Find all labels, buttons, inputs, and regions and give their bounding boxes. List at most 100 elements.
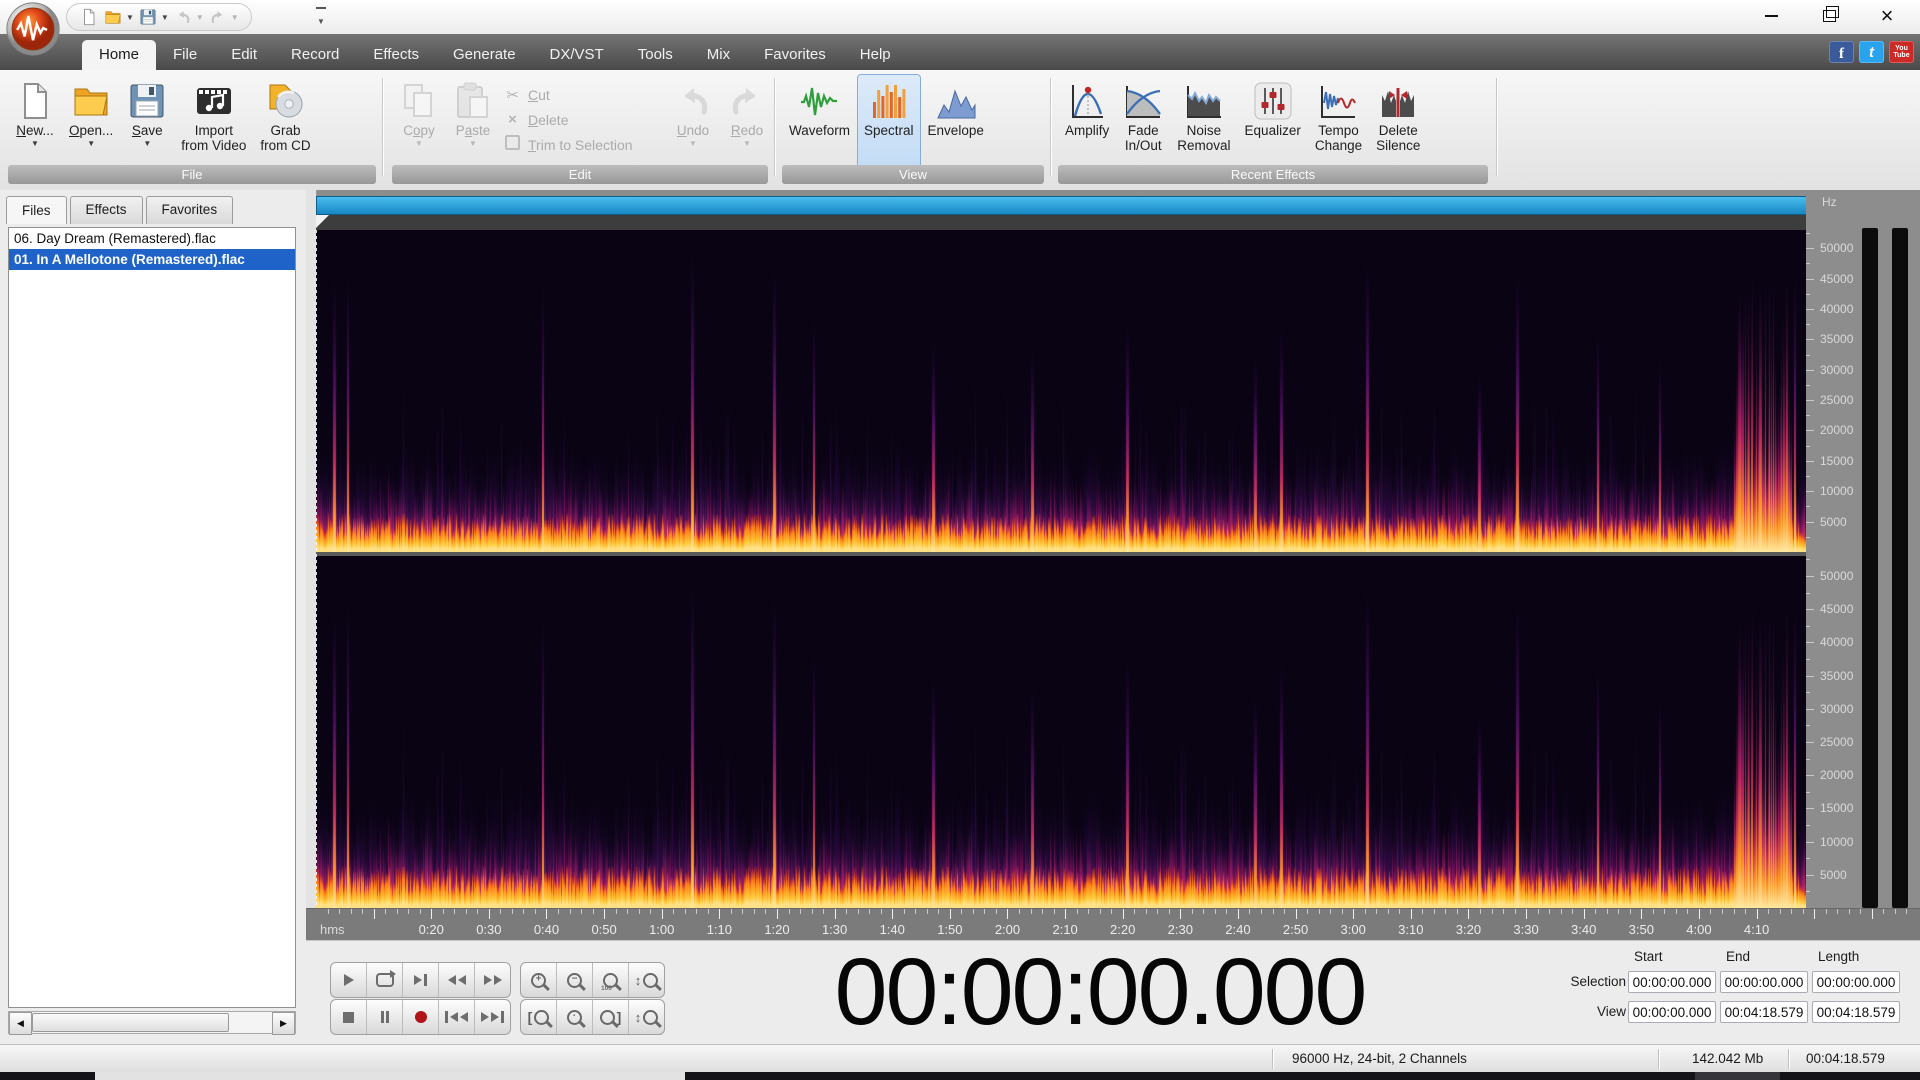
pause-button[interactable] [367,1000,403,1034]
panel-tab-effects[interactable]: Effects [69,196,143,224]
scroll-left-arrow[interactable]: ◀ [9,1012,32,1035]
ribbon-button-save[interactable]: Save ▼ [120,74,174,168]
ribbon-button-equalizer[interactable]: Equalizer [1238,74,1308,168]
zoom-out-button[interactable]: − [557,963,593,997]
menu-tab-edit[interactable]: Edit [214,40,274,70]
menu-tab-favorites[interactable]: Favorites [747,40,843,70]
play-button[interactable] [331,963,367,997]
ruler-tick [661,909,663,919]
zoom-selection-end-button[interactable]: ] [593,1000,629,1034]
ribbon-button-redo: Redo ▼ [720,74,774,168]
ribbon-button-delete-silence[interactable]: Delete Silence [1369,74,1427,168]
ribbon-button-tempo-change[interactable]: Tempo Change [1308,74,1369,168]
selection-column-header: Length [1818,949,1860,964]
ribbon-button-fade-in-out[interactable]: Fade In/Out [1116,74,1170,168]
time-ruler[interactable]: hms 0:20 0:30 0:40 0:50 1:00 1:10 1:20 1:30 1:40… [306,908,1920,941]
frequency-tick-label: 45000 [1820,602,1854,617]
go-to-end-button[interactable] [475,1000,510,1034]
menu-tab-home[interactable]: Home [82,40,157,70]
menu-tab-generate[interactable]: Generate [436,40,533,70]
view-start-field[interactable] [1628,1001,1716,1023]
ribbon-button-new[interactable]: New... ▼ [8,74,62,168]
frequency-tick-label: 50000 [1820,241,1854,256]
zoom-in-button[interactable]: + [521,963,557,997]
menu-tab-record[interactable]: Record [274,40,356,70]
minimize-button[interactable] [1742,0,1800,32]
scroll-right-arrow[interactable]: ▶ [272,1012,295,1035]
loop-button[interactable] [367,963,403,997]
close-button[interactable]: × [1858,0,1916,32]
zoom-vertical-in-button[interactable]: ↕ [629,963,664,997]
panel-tab-favorites[interactable]: Favorites [145,196,234,224]
frequency-tick [1806,400,1814,402]
qat-open-button-dropdown[interactable]: ▼ [126,13,134,22]
selection-start-field[interactable] [1628,971,1716,993]
frequency-tick [1806,491,1814,493]
ruler-tick [327,909,329,914]
record-button[interactable] [403,1000,439,1034]
frequency-tick [1806,415,1810,417]
qat-save-button-dropdown[interactable]: ▼ [161,13,169,22]
ruler-tick-label: 4:00 [1686,922,1712,937]
qat-save-button[interactable] [138,7,158,27]
menu-tab-tools[interactable]: Tools [621,40,690,70]
twitter-icon[interactable]: t [1859,41,1884,63]
menu-tab-mix[interactable]: Mix [690,40,747,70]
menu-tab-file[interactable]: File [156,40,214,70]
spectrogram-channel-2[interactable] [316,556,1806,908]
ribbon-button-open[interactable]: Open... ▼ [62,74,120,168]
scrollbar-thumb[interactable] [32,1013,229,1032]
ruler-tick-label: 1:10 [706,922,732,937]
file-item[interactable]: 01. In A Mellotone (Remastered).flac [9,249,295,270]
qat-redo-button-dropdown[interactable]: ▼ [231,13,239,22]
frequency-tick [1806,248,1814,250]
zoom-selection-button[interactable]: · [557,1000,593,1034]
qat-new-button[interactable] [79,7,99,27]
fast-forward-button[interactable] [475,963,510,997]
ribbon-button-envelope[interactable]: Envelope [921,74,991,168]
ribbon-button-grab-from-cd[interactable]: Grab from CD [253,74,317,168]
facebook-icon[interactable]: f [1829,41,1854,63]
qat-undo-button[interactable] [173,7,193,27]
maximize-button[interactable] [1800,0,1858,32]
rewind-button[interactable] [439,963,475,997]
stop-button[interactable] [331,1000,367,1034]
go-to-start-button[interactable] [439,1000,475,1034]
qat-open-button[interactable] [103,7,123,27]
view-length-field[interactable] [1812,1001,1900,1023]
frequency-tick [1806,874,1814,876]
playhead-marker[interactable] [316,215,329,228]
ruler-tick [1791,909,1793,914]
spectrogram-channel-1[interactable] [316,230,1806,552]
overview-scroll-bar[interactable] [316,196,1808,215]
selection-length-field[interactable] [1812,971,1900,993]
zoom-100-button[interactable]: 100 [593,963,629,997]
qat-undo-button-dropdown[interactable]: ▼ [196,13,204,22]
view-end-field[interactable] [1720,1001,1808,1023]
customize-toolbar-button[interactable]: ▼ [312,7,330,29]
selection-end-field[interactable] [1720,971,1808,993]
marker-strip[interactable] [316,215,1806,230]
menu-tab-dx-vst[interactable]: DX/VST [533,40,621,70]
ribbon-button-label: Redo [730,123,764,138]
youtube-icon[interactable]: You Tube [1889,41,1914,63]
ribbon-button-noise-removal[interactable]: Noise Removal [1170,74,1237,168]
ruler-tick [1203,909,1205,914]
menu-tab-effects[interactable]: Effects [356,40,436,70]
zoom-selection-start-button[interactable]: [ [521,1000,557,1034]
zoom-vertical-out-button[interactable]: ↕ [629,1000,664,1034]
panel-tab-files[interactable]: Files [6,196,67,224]
play-to-end-button[interactable] [403,963,439,997]
ribbon-button-waveform[interactable]: Waveform [782,74,857,168]
ribbon-button-import-from-video[interactable]: Import from Video [174,74,253,168]
file-item[interactable]: 06. Day Dream (Remastered).flac [9,228,295,249]
frequency-tick [1806,891,1810,893]
horizontal-scrollbar[interactable]: ◀ ▶ [8,1011,296,1035]
qat-redo-button[interactable] [208,7,228,27]
ribbon-button-amplify[interactable]: Amplify [1058,74,1116,168]
ribbon-button-spectral[interactable]: Spectral [857,74,921,168]
file-list[interactable]: 06. Day Dream (Remastered).flac 01. In A … [8,227,296,1008]
frequency-tick-label: 30000 [1820,701,1854,716]
app-logo-menu-button[interactable] [5,1,61,57]
menu-tab-help[interactable]: Help [843,40,908,70]
